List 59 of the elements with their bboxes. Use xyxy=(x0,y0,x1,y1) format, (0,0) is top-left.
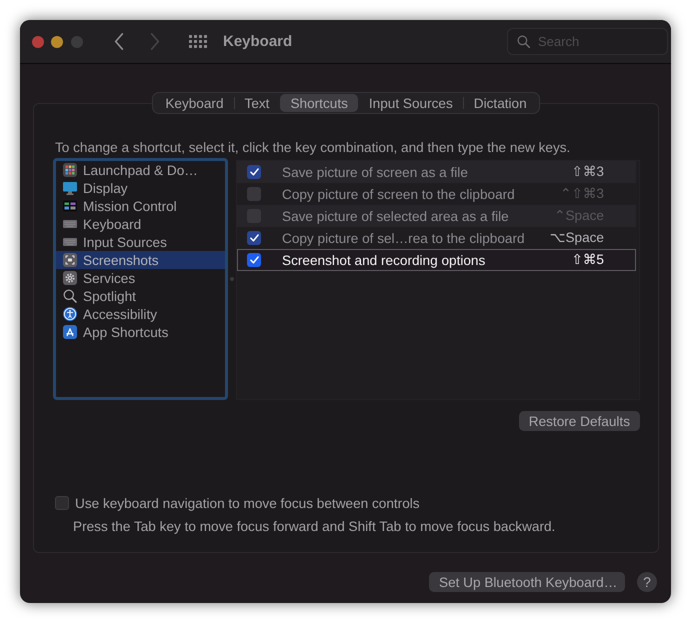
tab[interactable]: Keyboard xyxy=(155,94,234,112)
checkmark-icon xyxy=(250,256,258,264)
checkbox[interactable] xyxy=(55,496,69,510)
category-item[interactable]: Keyboard xyxy=(56,215,225,233)
bluetooth-keyboard-button[interactable]: Set Up Bluetooth Keyboard… xyxy=(429,572,625,592)
checkbox[interactable] xyxy=(247,253,261,267)
category-item[interactable]: Mission Control xyxy=(56,197,225,215)
hint-text: Press the Tab key to move focus forward and Shift Tab to move focus backward. xyxy=(73,519,556,535)
checkbox[interactable] xyxy=(247,187,261,201)
category-item[interactable]: Accessibility xyxy=(56,305,225,323)
shortcut-label: Copy picture of screen to the clipboard xyxy=(282,186,515,202)
category-item[interactable]: Launchpad & Do… xyxy=(56,161,225,179)
category-item[interactable]: Input Sources xyxy=(56,233,225,251)
shortcut-keys: ⇧⌘5 xyxy=(571,252,604,268)
screenshot-icon xyxy=(63,253,77,267)
tab[interactable]: Shortcuts xyxy=(280,94,358,112)
chevron-right-icon[interactable] xyxy=(150,33,160,50)
shortcut-label: Screenshot and recording options xyxy=(282,252,486,268)
category-item[interactable]: Screenshots xyxy=(56,251,225,269)
help-button[interactable]: ? xyxy=(637,572,657,592)
checkbox-label: Use keyboard navigation to move focus between controls xyxy=(75,496,420,510)
instruction-text: To change a shortcut, select it, click the key combination, and then type the new keys. xyxy=(55,140,572,156)
category-item[interactable]: Spotlight xyxy=(56,287,225,305)
windows-icon xyxy=(63,199,77,213)
chevron-left-icon[interactable] xyxy=(114,33,124,50)
keyboard-icon xyxy=(63,217,77,231)
checkbox[interactable] xyxy=(247,231,261,245)
shortcut-row[interactable]: Copy picture of screen to the clipboard ⌃⇧⌘3 xyxy=(237,183,636,205)
shortcut-row[interactable]: Save picture of screen as a file ⇧⌘3 xyxy=(237,161,636,183)
shortcut-label: Save picture of screen as a file xyxy=(282,164,468,180)
restore-defaults-button[interactable]: Restore Defaults xyxy=(518,411,640,431)
search-icon xyxy=(63,289,77,303)
category-item[interactable]: Display xyxy=(56,179,225,197)
shortcut-row[interactable]: Copy picture of sel…rea to the clipboard ⌥Space xyxy=(237,227,636,249)
category-item[interactable]: App Shortcuts xyxy=(56,323,225,341)
shortcut-label: Save picture of selected area as a file xyxy=(282,208,509,224)
search-icon xyxy=(517,35,530,48)
shortcut-keys: ⌃⇧⌘3 xyxy=(560,186,604,202)
tab[interactable]: Dictation xyxy=(464,94,537,112)
checkmark-icon xyxy=(250,168,258,176)
checkmark-icon xyxy=(250,234,258,242)
minimize-button[interactable] xyxy=(51,36,63,48)
close-button[interactable] xyxy=(32,36,44,48)
tab[interactable]: Input Sources xyxy=(358,94,463,112)
shortcut-row[interactable]: Screenshot and recording options ⇧⌘5 xyxy=(237,249,636,271)
tab[interactable]: Text xyxy=(234,94,280,112)
shortcut-label: Copy picture of sel…rea to the clipboard xyxy=(282,230,525,246)
letter-a-tile-icon xyxy=(63,325,77,339)
grid-icon[interactable] xyxy=(189,35,207,48)
accessibility-icon xyxy=(63,307,77,321)
window-title: Keyboard xyxy=(223,33,292,50)
monitor-icon xyxy=(63,181,77,195)
category-item[interactable]: Services xyxy=(56,269,225,287)
keyboard-icon xyxy=(63,235,77,249)
checkbox[interactable] xyxy=(247,165,261,179)
gear-icon xyxy=(63,271,77,285)
app-grid-icon xyxy=(63,163,77,177)
shortcut-keys: ⌥Space xyxy=(550,230,604,246)
shortcut-keys: ⇧⌘3 xyxy=(571,164,604,180)
